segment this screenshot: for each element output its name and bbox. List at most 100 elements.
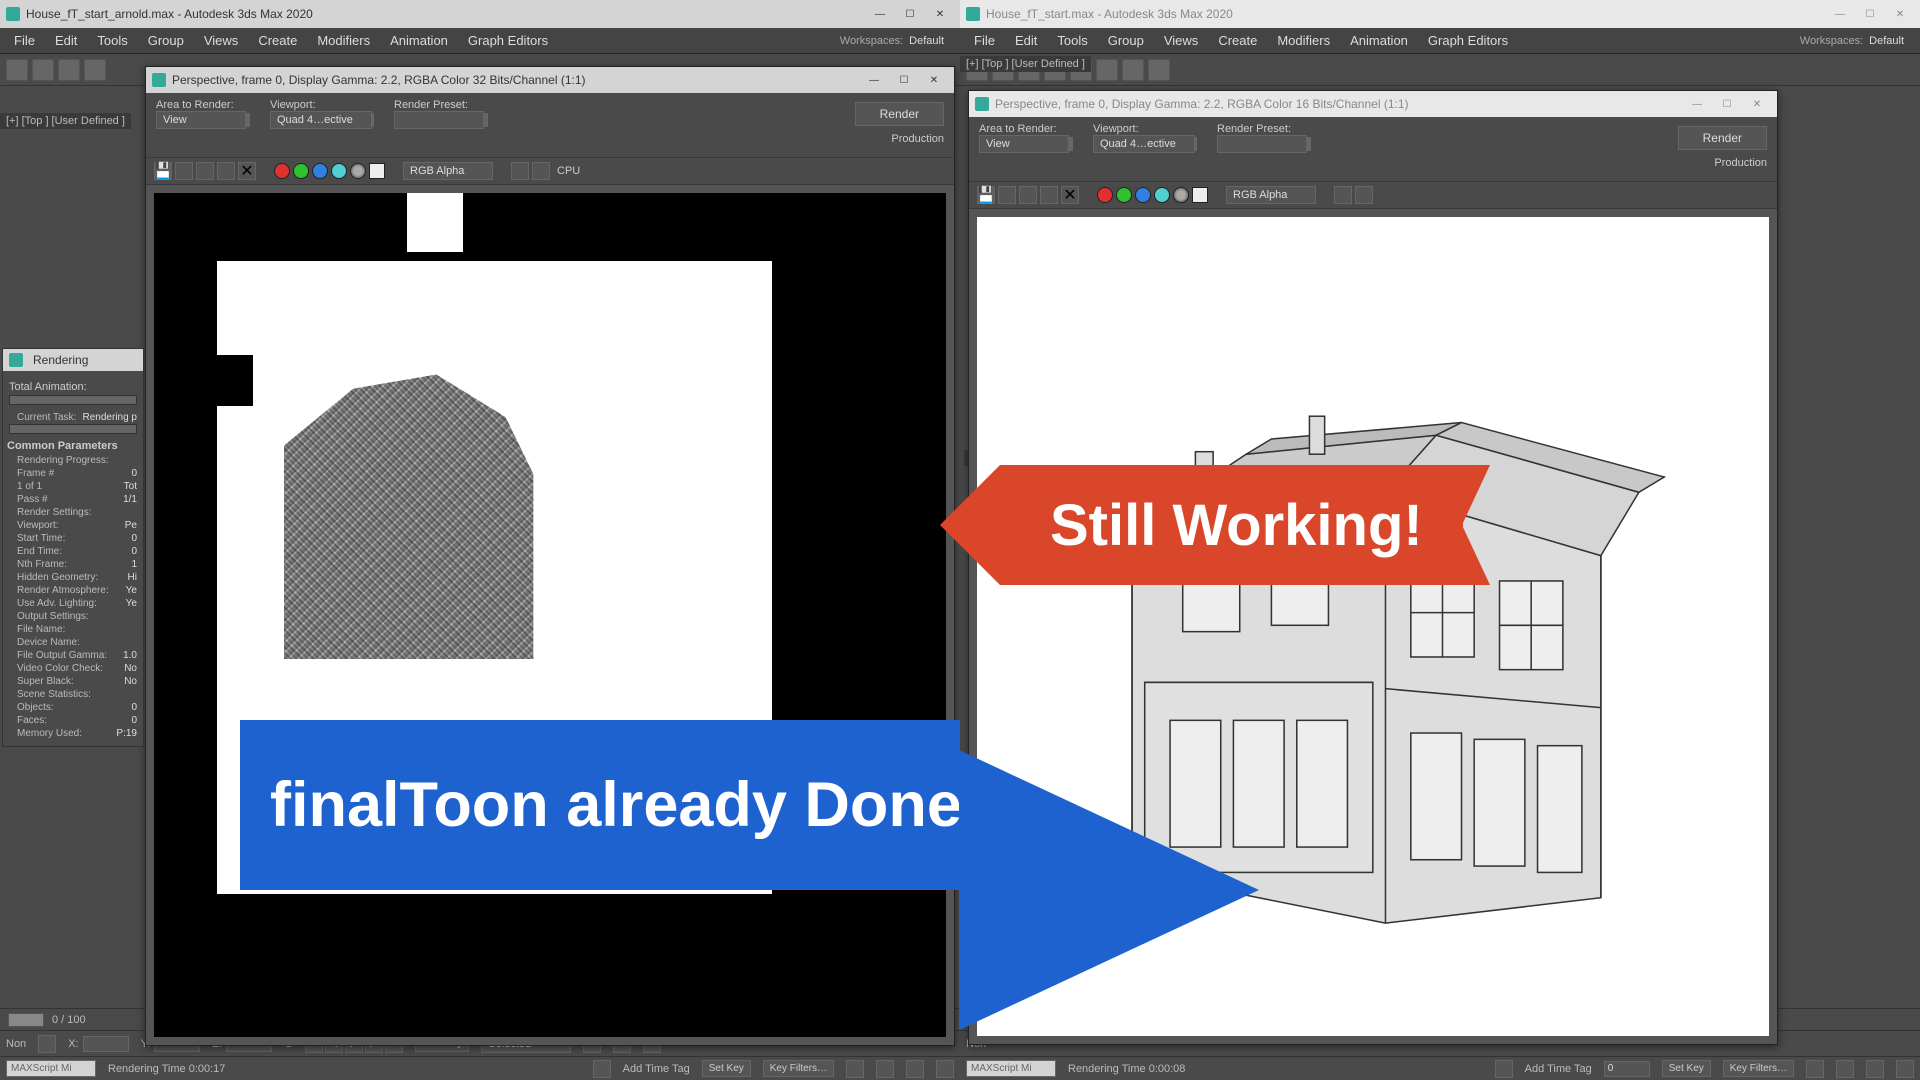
- link-icon[interactable]: [58, 59, 80, 81]
- right-viewport-tag[interactable]: [+] [Top ] [User Defined ]: [960, 56, 1091, 72]
- maxscript-input[interactable]: [966, 1060, 1056, 1077]
- addtimetag-label[interactable]: Add Time Tag: [623, 1063, 690, 1075]
- addtimetag-label[interactable]: Add Time Tag: [1525, 1063, 1592, 1075]
- unlink-icon[interactable]: [84, 59, 106, 81]
- lock-selection-icon[interactable]: [38, 1035, 56, 1053]
- production-label[interactable]: Production: [1714, 157, 1767, 169]
- vfb-maximize-button[interactable]: ☐: [890, 70, 918, 90]
- setkey-button[interactable]: Set Key: [702, 1060, 751, 1077]
- redo-icon[interactable]: [32, 59, 54, 81]
- save-icon[interactable]: 💾: [154, 162, 172, 180]
- timeline-scrubber[interactable]: [8, 1013, 44, 1027]
- region-edit-icon[interactable]: [248, 113, 250, 127]
- vfb-maximize-button[interactable]: ☐: [1713, 94, 1741, 114]
- menu-tools[interactable]: Tools: [87, 30, 137, 51]
- menu-views[interactable]: Views: [1154, 30, 1208, 51]
- vfb-titlebar[interactable]: Perspective, frame 0, Display Gamma: 2.2…: [146, 67, 954, 93]
- channel-mono-icon[interactable]: [1173, 187, 1189, 203]
- nav-icon-4[interactable]: [936, 1060, 954, 1078]
- undo-icon[interactable]: [6, 59, 28, 81]
- copy-icon[interactable]: [175, 162, 193, 180]
- channel-red-icon[interactable]: [1097, 187, 1113, 203]
- menu-group[interactable]: Group: [1098, 30, 1154, 51]
- vfb-close-button[interactable]: ✕: [1743, 94, 1771, 114]
- channel-alpha-icon[interactable]: [331, 163, 347, 179]
- nav-icon-1[interactable]: [1806, 1060, 1824, 1078]
- print-icon[interactable]: [217, 162, 235, 180]
- keyfilters-button[interactable]: Key Filters…: [1723, 1060, 1794, 1077]
- toggle-overlay-icon[interactable]: [1334, 186, 1352, 204]
- maximize-button[interactable]: ☐: [1856, 4, 1884, 24]
- nav-icon-3[interactable]: [906, 1060, 924, 1078]
- channel-blue-icon[interactable]: [1135, 187, 1151, 203]
- print-icon[interactable]: [1040, 186, 1058, 204]
- left-viewport-tag[interactable]: [+] [Top ] [User Defined ]: [0, 113, 131, 129]
- rendersetup-icon[interactable]: [1309, 137, 1311, 151]
- minimize-button[interactable]: —: [866, 4, 894, 24]
- menu-modifiers[interactable]: Modifiers: [1267, 30, 1340, 51]
- menu-create[interactable]: Create: [248, 30, 307, 51]
- region-edit-icon[interactable]: [1071, 137, 1073, 151]
- menu-tools[interactable]: Tools: [1047, 30, 1097, 51]
- clone-icon[interactable]: [196, 162, 214, 180]
- toggle-ui-icon[interactable]: [532, 162, 550, 180]
- nav-icon-2[interactable]: [1836, 1060, 1854, 1078]
- channel-bg-icon[interactable]: [369, 163, 385, 179]
- vfb-minimize-button[interactable]: —: [860, 70, 888, 90]
- timetag-icon[interactable]: [1495, 1060, 1513, 1078]
- maxscript-input[interactable]: [6, 1060, 96, 1077]
- left-render-canvas[interactable]: [154, 193, 946, 1037]
- menu-animation[interactable]: Animation: [380, 30, 458, 51]
- area-select[interactable]: View: [979, 135, 1069, 153]
- close-button[interactable]: ✕: [926, 4, 954, 24]
- move-icon[interactable]: [1096, 59, 1118, 81]
- menu-create[interactable]: Create: [1208, 30, 1267, 51]
- menu-grapheditors[interactable]: Graph Editors: [1418, 30, 1518, 51]
- minimize-button[interactable]: —: [1826, 4, 1854, 24]
- area-select[interactable]: View: [156, 111, 246, 129]
- save-icon[interactable]: 💾: [977, 186, 995, 204]
- menu-edit[interactable]: Edit: [1005, 30, 1047, 51]
- rotate-icon[interactable]: [1122, 59, 1144, 81]
- rendering-panel-title[interactable]: Rendering: [3, 349, 143, 371]
- viewport-select[interactable]: Quad 4…ective: [1093, 135, 1195, 153]
- alpha-select[interactable]: RGB Alpha: [1226, 186, 1316, 204]
- common-params-header[interactable]: Common Parameters: [7, 440, 137, 452]
- scale-icon[interactable]: [1148, 59, 1170, 81]
- workspace-value[interactable]: Default: [1869, 35, 1916, 47]
- vfb-close-button[interactable]: ✕: [920, 70, 948, 90]
- production-label[interactable]: Production: [891, 133, 944, 145]
- workspace-value[interactable]: Default: [909, 35, 956, 47]
- clear-icon[interactable]: ✕: [238, 162, 256, 180]
- menu-file[interactable]: File: [964, 30, 1005, 51]
- channel-bg-icon[interactable]: [1192, 187, 1208, 203]
- menu-group[interactable]: Group: [138, 30, 194, 51]
- vfb-titlebar[interactable]: Perspective, frame 0, Display Gamma: 2.2…: [969, 91, 1777, 117]
- menu-grapheditors[interactable]: Graph Editors: [458, 30, 558, 51]
- clear-icon[interactable]: ✕: [1061, 186, 1079, 204]
- clone-icon[interactable]: [1019, 186, 1037, 204]
- maximize-button[interactable]: ☐: [896, 4, 924, 24]
- channel-green-icon[interactable]: [293, 163, 309, 179]
- rendersetup-icon[interactable]: [486, 113, 488, 127]
- preset-select[interactable]: [394, 111, 484, 129]
- nav-icon-4[interactable]: [1896, 1060, 1914, 1078]
- channel-green-icon[interactable]: [1116, 187, 1132, 203]
- toggle-ui-icon[interactable]: [1355, 186, 1373, 204]
- menu-views[interactable]: Views: [194, 30, 248, 51]
- render-button[interactable]: Render: [1678, 126, 1767, 150]
- frame-input[interactable]: [1604, 1061, 1650, 1077]
- nav-icon-2[interactable]: [876, 1060, 894, 1078]
- nav-icon-3[interactable]: [1866, 1060, 1884, 1078]
- viewport-select[interactable]: Quad 4…ective: [270, 111, 372, 129]
- timetag-icon[interactable]: [593, 1060, 611, 1078]
- alpha-select[interactable]: RGB Alpha: [403, 162, 493, 180]
- lock-icon[interactable]: [1195, 137, 1197, 151]
- channel-mono-icon[interactable]: [350, 163, 366, 179]
- channel-red-icon[interactable]: [274, 163, 290, 179]
- nav-icon-1[interactable]: [846, 1060, 864, 1078]
- channel-blue-icon[interactable]: [312, 163, 328, 179]
- setkey-button[interactable]: Set Key: [1662, 1060, 1711, 1077]
- copy-icon[interactable]: [998, 186, 1016, 204]
- x-input[interactable]: [83, 1036, 129, 1052]
